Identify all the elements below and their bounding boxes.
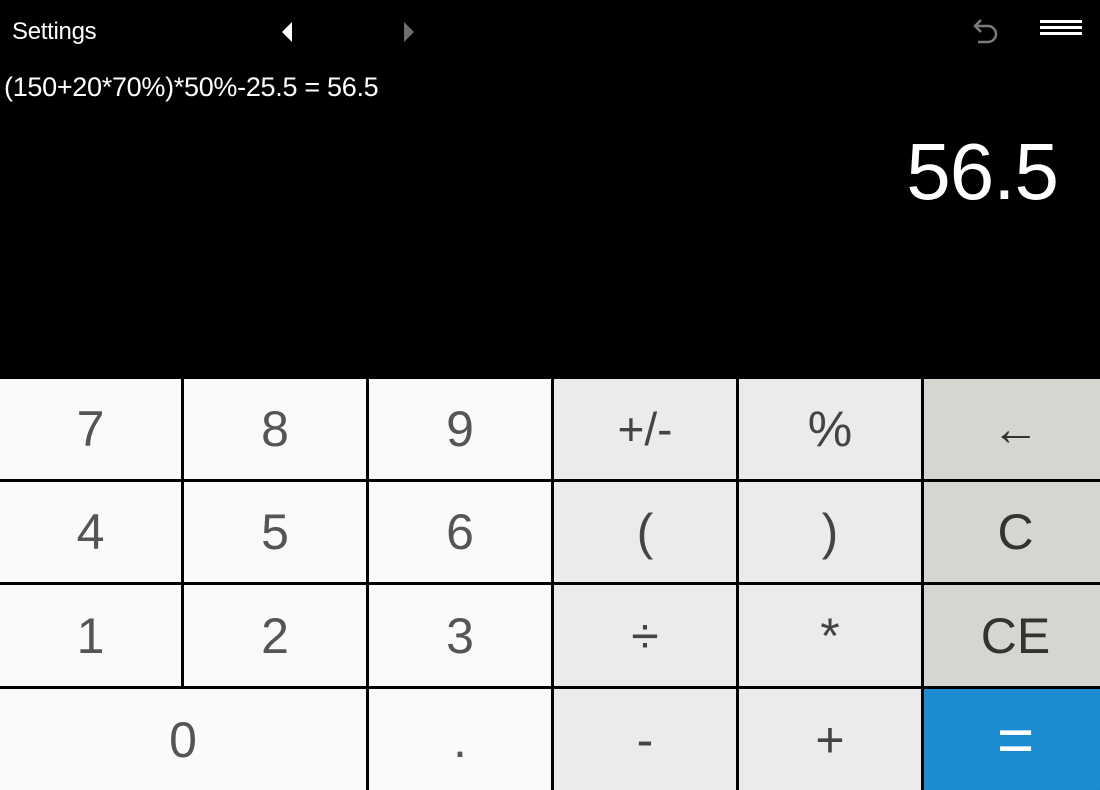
hamburger-menu-icon[interactable]	[1038, 18, 1086, 42]
key-4[interactable]: 4	[0, 482, 181, 582]
key-6[interactable]: 6	[369, 482, 551, 582]
key-2[interactable]: 2	[184, 585, 366, 686]
keypad: 7 8 9 +/- % ← 4 5 6 ( ) C 1 2 3 ÷ * CE 0…	[0, 376, 1100, 790]
result-display: 56.5	[906, 127, 1059, 216]
key-9[interactable]: 9	[369, 379, 551, 479]
key-7[interactable]: 7	[0, 379, 181, 479]
key-negate[interactable]: +/-	[554, 379, 736, 479]
key-percent[interactable]: %	[739, 379, 921, 479]
key-equals[interactable]: =	[924, 689, 1100, 790]
key-add[interactable]: +	[739, 689, 921, 790]
key-multiply[interactable]: *	[739, 585, 921, 686]
key-clear-entry[interactable]: CE	[924, 585, 1100, 686]
undo-icon[interactable]	[966, 18, 1002, 48]
top-bar: Settings	[0, 0, 1100, 64]
key-open-paren[interactable]: (	[554, 482, 736, 582]
triangle-left-icon[interactable]	[276, 20, 300, 44]
key-0[interactable]: 0	[0, 689, 366, 790]
key-clear[interactable]: C	[924, 482, 1100, 582]
key-8[interactable]: 8	[184, 379, 366, 479]
key-1[interactable]: 1	[0, 585, 181, 686]
key-close-paren[interactable]: )	[739, 482, 921, 582]
key-3[interactable]: 3	[369, 585, 551, 686]
settings-button[interactable]: Settings	[12, 17, 97, 47]
triangle-right-icon[interactable]	[398, 20, 422, 44]
key-5[interactable]: 5	[184, 482, 366, 582]
expression-history: (150+20*70%)*50%-25.5 = 56.5	[4, 72, 379, 102]
key-subtract[interactable]: -	[554, 689, 736, 790]
key-decimal[interactable]: .	[369, 689, 551, 790]
key-divide[interactable]: ÷	[554, 585, 736, 686]
key-backspace[interactable]: ←	[924, 379, 1100, 479]
